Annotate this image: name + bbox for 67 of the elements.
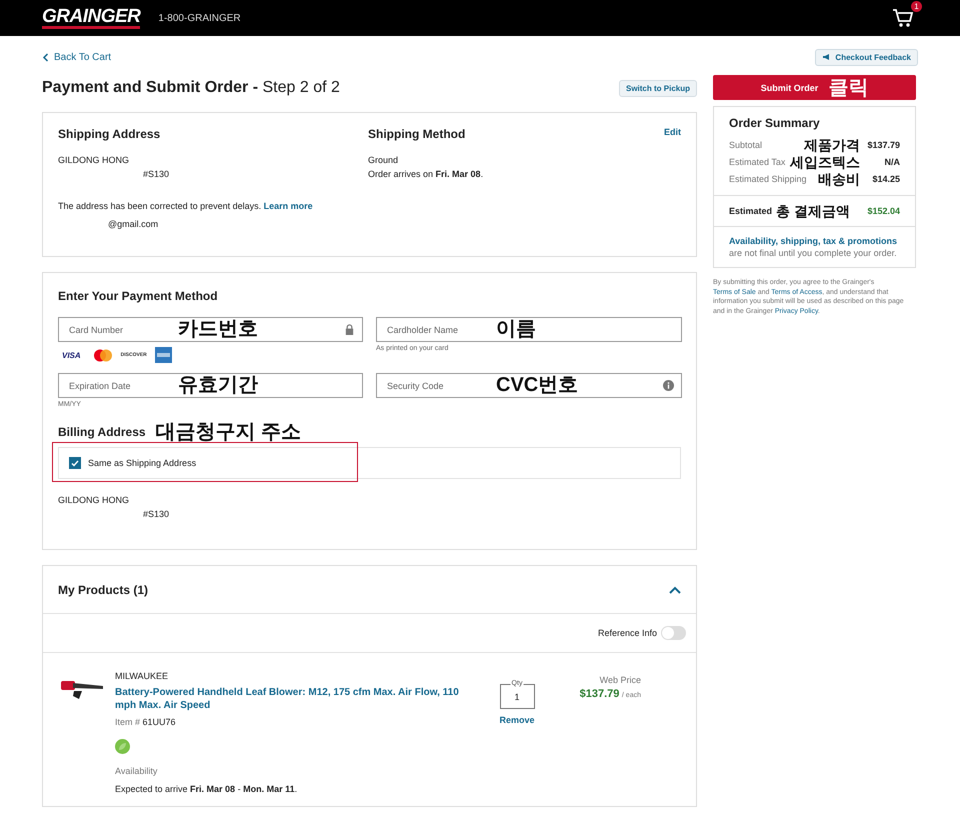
checkbox[interactable] bbox=[69, 457, 81, 469]
summary-value: N/A bbox=[884, 156, 900, 166]
leaf-icon bbox=[115, 739, 130, 754]
recipient-name: GILDONG HONG bbox=[58, 494, 130, 507]
item-label: Item # bbox=[115, 717, 140, 727]
summary-note: Availability, shipping, tax & promotions are not final until you complete your order. bbox=[728, 235, 898, 260]
section-heading: Shipping Address bbox=[58, 127, 162, 141]
summary-label: Estimated Shipping bbox=[729, 174, 808, 184]
annotation-label: 세입즈텍스 bbox=[790, 154, 860, 168]
switch-to-pickup-button[interactable]: Switch to Pickup bbox=[618, 80, 697, 96]
submit-order-button[interactable]: Submit Order 클릭 bbox=[713, 75, 916, 100]
expected-arrival: Expected to arrive Fri. Mar 08 - Mon. Mar 11. bbox=[115, 783, 298, 796]
address-line: #S130 bbox=[142, 168, 170, 181]
summary-label: Subtotal bbox=[729, 140, 764, 150]
phone-number: 1-800-GRAINGER bbox=[158, 12, 241, 24]
checkbox-label: Same as Shipping Address bbox=[88, 458, 196, 468]
annotation-label: 총 결제금액 bbox=[776, 204, 850, 218]
annotation-label: 클릭 bbox=[828, 78, 868, 98]
shipping-method: Ground bbox=[368, 154, 400, 167]
annotation-label: 배송비 bbox=[818, 172, 860, 186]
lock-icon bbox=[344, 324, 355, 335]
recipient-name: GILDONG HONG bbox=[58, 154, 130, 167]
remove-link[interactable]: Remove bbox=[499, 715, 534, 725]
annotation-label: 이름 bbox=[496, 319, 536, 339]
mastercard-icon bbox=[92, 348, 113, 362]
summary-label: Estimated Tax bbox=[729, 156, 786, 166]
item-number: 61UU76 bbox=[142, 717, 176, 727]
section-heading: Order Summary bbox=[729, 116, 821, 130]
price-label: Web Price bbox=[598, 674, 641, 687]
promotions-link[interactable]: Availability, shipping, tax & promotions bbox=[729, 236, 898, 246]
brand-name: MILWAUKEE bbox=[115, 670, 170, 683]
page-title: Payment and Submit Order - Step 2 of 2 bbox=[42, 79, 340, 97]
megaphone-icon bbox=[822, 53, 832, 61]
product-title-link[interactable]: Battery-Powered Handheld Leaf Blower: M12, 175 cfm Max. Air Flow, 110 mph Max. Air Speed bbox=[115, 686, 465, 712]
price: $137.79 bbox=[580, 688, 620, 700]
toggle-label: Reference Info bbox=[598, 628, 657, 638]
address-line: #S130 bbox=[142, 508, 170, 521]
visa-logo: VISA bbox=[61, 350, 82, 360]
summary-value: $14.25 bbox=[871, 174, 900, 184]
chevron-up-icon[interactable] bbox=[669, 586, 681, 594]
total-label: Estimated bbox=[729, 206, 772, 216]
total-value: $152.04 bbox=[867, 206, 900, 216]
edit-link[interactable]: Edit bbox=[664, 127, 681, 141]
section-heading: Billing Address bbox=[58, 425, 146, 439]
learn-more-link[interactable]: Learn more bbox=[264, 201, 313, 211]
email-text: @gmail.com bbox=[107, 218, 160, 231]
section-heading: My Products (1) bbox=[58, 582, 148, 596]
summary-value: $137.79 bbox=[866, 140, 900, 150]
address-notice: The address has been corrected to prevent delays. Learn more bbox=[58, 200, 314, 213]
cart-icon[interactable] bbox=[892, 7, 914, 29]
annotation-label: 카드번호 bbox=[178, 319, 258, 339]
section-heading: Shipping Method bbox=[368, 127, 466, 141]
annotation-label: 유효기간 bbox=[178, 375, 258, 395]
info-icon[interactable] bbox=[663, 380, 674, 391]
chevron-left-icon bbox=[42, 52, 49, 62]
toggle-switch[interactable] bbox=[661, 626, 686, 640]
section-heading: Enter Your Payment Method bbox=[58, 289, 219, 303]
feedback-button[interactable]: Checkout Feedback bbox=[815, 48, 918, 66]
arrival-date: Order arrives on Fri. Mar 08. bbox=[368, 168, 484, 181]
cart-count-badge: 1 bbox=[911, 1, 922, 12]
annotation-label: 대금청구지 주소 bbox=[156, 422, 302, 442]
availability-label: Availability bbox=[115, 765, 158, 778]
amex-icon bbox=[154, 347, 172, 363]
annotation-label: 제품가격 bbox=[804, 138, 860, 152]
annotation-label: CVC번호 bbox=[496, 375, 578, 395]
logo[interactable]: GRAINGER bbox=[42, 8, 140, 28]
back-link[interactable]: Back To Cart bbox=[42, 52, 112, 62]
